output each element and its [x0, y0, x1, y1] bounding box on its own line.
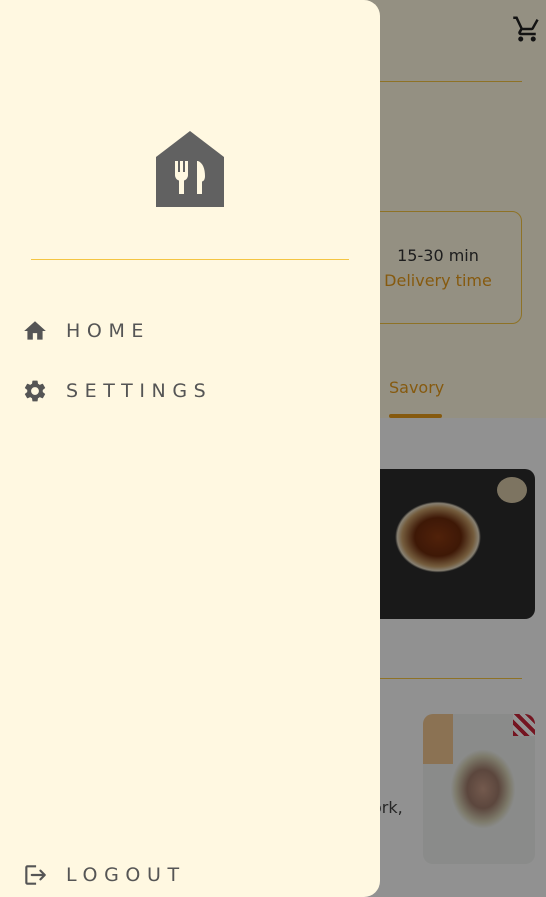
drawer-item-label: HOME — [66, 320, 151, 342]
logout-icon — [25, 865, 46, 885]
drawer-item-label: LOGOUT — [66, 864, 186, 886]
drawer-item-home[interactable]: HOME — [22, 311, 352, 351]
gear-icon — [24, 380, 46, 402]
drawer-item-label: SETTINGS — [66, 380, 213, 402]
drawer-item-settings[interactable]: SETTINGS — [22, 371, 352, 411]
drawer-item-logout[interactable]: LOGOUT — [22, 855, 352, 895]
home-icon — [24, 321, 46, 340]
restaurant-house-icon — [156, 131, 224, 207]
drawer-divider — [31, 259, 349, 260]
navigation-drawer: HOME SETTINGS LOGOUT — [0, 0, 380, 897]
